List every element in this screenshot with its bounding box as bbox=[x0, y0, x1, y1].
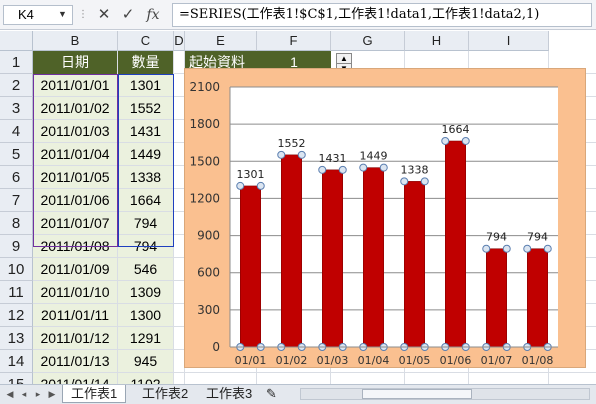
bar[interactable] bbox=[527, 248, 548, 348]
bar[interactable] bbox=[404, 181, 425, 348]
data-label: 1301 bbox=[237, 168, 265, 181]
bar[interactable] bbox=[281, 154, 302, 348]
y-tick-label: 1800 bbox=[189, 117, 220, 131]
bar[interactable] bbox=[363, 167, 384, 348]
selection-handle bbox=[236, 181, 245, 190]
selection-handle bbox=[318, 165, 327, 174]
first-sheet-icon[interactable]: ◀ bbox=[4, 388, 16, 400]
x-tick-label: 01/02 bbox=[276, 354, 308, 367]
plot-area bbox=[230, 87, 558, 347]
selection-handle bbox=[502, 244, 511, 253]
y-tick-label: 300 bbox=[197, 303, 220, 317]
selection-handle bbox=[359, 163, 368, 172]
bar[interactable] bbox=[322, 169, 343, 348]
data-label: 1431 bbox=[319, 152, 347, 165]
selection-handle bbox=[482, 244, 491, 253]
selection-handle bbox=[441, 136, 450, 145]
scrollbar-thumb[interactable] bbox=[362, 389, 472, 399]
selection-handle bbox=[543, 244, 552, 253]
x-tick-label: 01/03 bbox=[317, 354, 349, 367]
y-tick-label: 600 bbox=[197, 266, 220, 280]
x-tick-label: 01/04 bbox=[358, 354, 390, 367]
bar[interactable] bbox=[240, 185, 261, 348]
selection-handle bbox=[256, 181, 265, 190]
column-chart[interactable]: 0 300 600 900 1200 1500 1800 2100 1301 01/01 1552 0… bbox=[0, 0, 596, 404]
y-tick-label: 2100 bbox=[189, 80, 220, 94]
sheet-tab-1[interactable]: 工作表1 bbox=[62, 385, 127, 403]
prev-sheet-icon[interactable]: ◂ bbox=[18, 388, 30, 400]
selection-handle bbox=[297, 150, 306, 159]
y-tick-label: 900 bbox=[197, 229, 220, 243]
data-label: 1664 bbox=[442, 123, 470, 136]
sheet-tab-2[interactable]: 工作表2 bbox=[134, 385, 196, 403]
data-label: 1552 bbox=[278, 137, 306, 150]
y-tick-label: 0 bbox=[212, 340, 220, 354]
x-tick-label: 01/06 bbox=[440, 354, 472, 367]
new-sheet-icon[interactable]: ✎ bbox=[262, 385, 281, 403]
x-tick-label: 01/07 bbox=[481, 354, 513, 367]
data-label: 1338 bbox=[401, 163, 429, 176]
x-tick-label: 01/01 bbox=[235, 354, 267, 367]
data-label: 794 bbox=[527, 231, 548, 244]
selection-handle bbox=[400, 177, 409, 186]
bar[interactable] bbox=[486, 248, 507, 348]
y-tick-label: 1200 bbox=[189, 191, 220, 205]
selection-handle bbox=[338, 165, 347, 174]
selection-handle bbox=[523, 244, 532, 253]
selection-handle bbox=[461, 136, 470, 145]
data-label: 1449 bbox=[360, 150, 388, 163]
x-tick-label: 01/08 bbox=[522, 354, 554, 367]
selection-handle bbox=[277, 150, 286, 159]
sheet-tab-3[interactable]: 工作表3 bbox=[198, 385, 260, 403]
selection-handle bbox=[420, 177, 429, 186]
data-label: 794 bbox=[486, 231, 507, 244]
selection-handle bbox=[379, 163, 388, 172]
next-sheet-icon[interactable]: ▸ bbox=[32, 388, 44, 400]
bar[interactable] bbox=[445, 140, 466, 348]
y-tick-label: 1500 bbox=[189, 154, 220, 168]
last-sheet-icon[interactable]: ▶ bbox=[46, 388, 58, 400]
x-tick-label: 01/05 bbox=[399, 354, 431, 367]
